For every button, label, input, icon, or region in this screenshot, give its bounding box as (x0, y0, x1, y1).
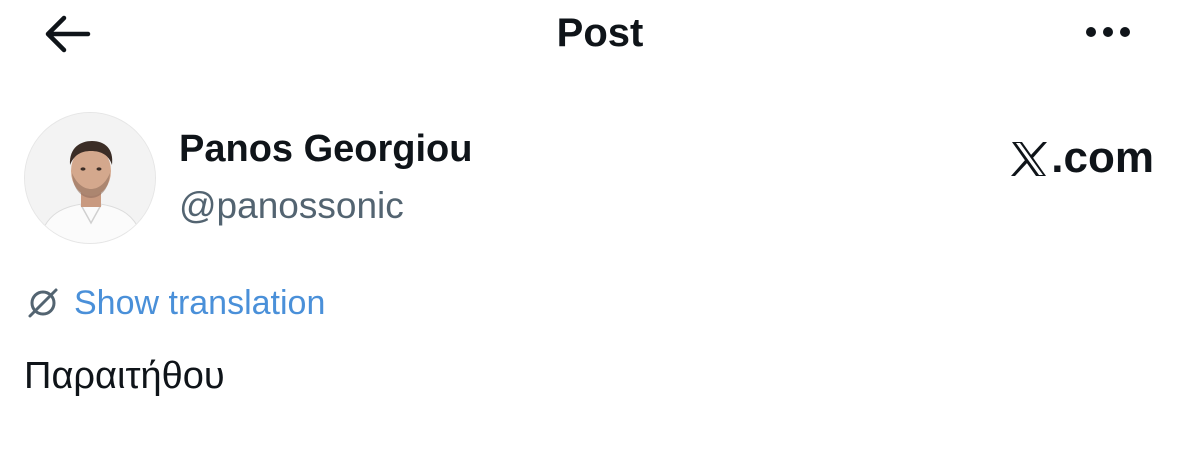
globe-slash-icon (28, 288, 58, 318)
show-translation-label: Show translation (74, 284, 326, 322)
more-options-button[interactable] (1078, 10, 1138, 54)
post-text: Παραιτήθου (24, 355, 225, 397)
brand-watermark: .com (1009, 130, 1154, 186)
page-title: Post (556, 11, 644, 55)
avatar-photo (25, 113, 155, 243)
avatar[interactable] (24, 112, 156, 244)
brand-suffix: .com (1051, 133, 1154, 182)
author-display-name[interactable]: Panos Georgiou (179, 126, 472, 172)
x-logo-icon (1011, 142, 1048, 176)
show-translation-button[interactable]: Show translation (24, 280, 325, 326)
more-horizontal-icon (1086, 27, 1130, 37)
author-handle[interactable]: @panossonic (179, 183, 404, 229)
